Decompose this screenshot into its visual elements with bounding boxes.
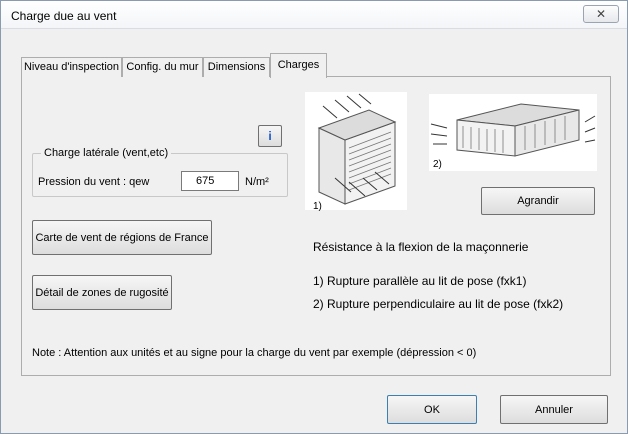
close-icon: ✕ [595, 7, 607, 21]
tab-charges[interactable]: Charges [270, 53, 327, 78]
pressure-input[interactable]: 675 [181, 171, 239, 191]
pressure-label: Pression du vent : qew [38, 176, 150, 188]
rupture-perpendicular-image [429, 94, 597, 171]
enlarge-button[interactable]: Agrandir [481, 187, 595, 215]
info-button[interactable]: i [258, 125, 282, 147]
cancel-button[interactable]: Annuler [500, 395, 608, 424]
dialog-window: Charge due au vent ✕ Niveau d'inspection… [0, 0, 628, 434]
wind-map-button[interactable]: Carte de vent de régions de France [32, 220, 212, 255]
enlarge-button-label: Agrandir [517, 195, 559, 207]
title-bar: Charge due au vent ✕ [1, 1, 627, 29]
cancel-button-label: Annuler [535, 403, 573, 416]
close-button[interactable]: ✕ [583, 5, 619, 23]
tab-config-mur[interactable]: Config. du mur [122, 57, 203, 77]
tab-niveau-inspection[interactable]: Niveau d'inspection [21, 57, 122, 77]
lateral-load-group-label: Charge latérale (vent,etc) [41, 147, 172, 159]
resistance-title: Résistance à la flexion de la maçonnerie [313, 240, 529, 254]
window-title: Charge due au vent [11, 9, 117, 23]
roughness-button[interactable]: Détail de zones de rugosité [32, 275, 172, 310]
rupture-parallel-text: 1) Rupture parallèle au lit de pose (fxk… [313, 274, 527, 288]
image1-label: 1) [313, 201, 322, 212]
ok-button-label: OK [424, 403, 440, 416]
lateral-load-group [32, 153, 288, 197]
wall-bending-2-icon [430, 103, 596, 157]
roughness-button-label: Détail de zones de rugosité [35, 286, 169, 299]
pressure-unit: N/m² [245, 176, 269, 188]
rupture-parallel-image [305, 92, 407, 210]
image2-label: 2) [433, 159, 442, 170]
rupture-perpendicular-text: 2) Rupture perpendiculaire au lit de pos… [313, 297, 564, 311]
wall-bending-1-icon [317, 93, 397, 205]
ok-button[interactable]: OK [387, 395, 477, 424]
units-note: Note : Attention aux unités et au signe … [32, 347, 477, 359]
wind-map-button-label: Carte de vent de régions de France [35, 231, 209, 244]
tab-dimensions[interactable]: Dimensions [203, 57, 270, 77]
